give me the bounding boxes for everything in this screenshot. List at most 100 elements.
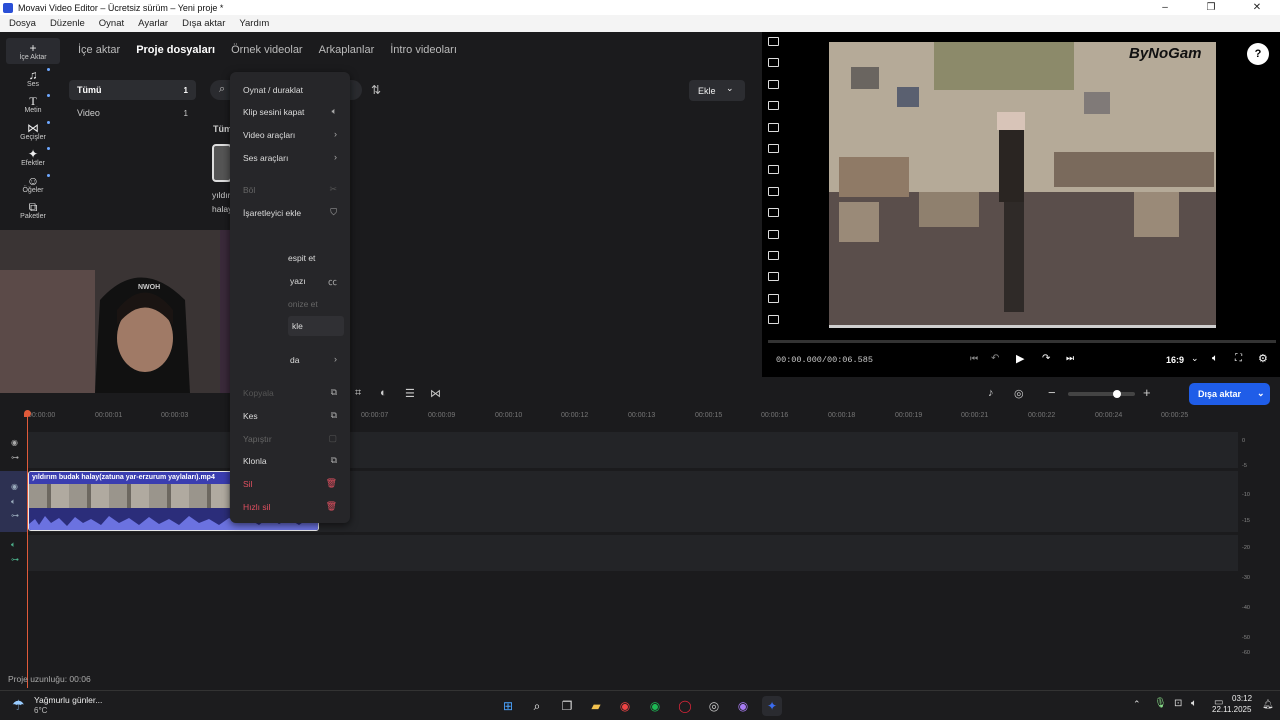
ruler-tick-label: 00:00:15 [695, 412, 723, 419]
media-thumbnail[interactable] [212, 144, 232, 182]
menu-item-add[interactable]: kle [292, 321, 303, 331]
link-icon[interactable]: ⊶ [11, 453, 19, 462]
app-icon[interactable]: ◉ [733, 696, 753, 716]
movavi-icon[interactable]: ✦ [762, 696, 782, 716]
zoom-out-icon[interactable]: − [1048, 385, 1056, 400]
undo-step-icon[interactable]: ↶ [991, 353, 999, 364]
tab-intro-videos[interactable]: İntro videoları [390, 44, 457, 56]
menu-item-subtitles[interactable]: yazı [290, 276, 306, 286]
settings-icon[interactable]: ⚙ [1258, 352, 1268, 365]
menu-item-detect[interactable]: espit et [288, 253, 315, 263]
menu-item-play-pause[interactable]: Oynat / duraklat [243, 85, 303, 95]
vu-scale-label: -10 [1242, 492, 1250, 498]
redo-step-icon[interactable]: ↷ [1042, 353, 1050, 364]
eye-icon[interactable]: ◉ [11, 482, 18, 491]
skip-forward-icon[interactable]: ⏭ [1066, 353, 1074, 364]
eye-icon[interactable]: ◉ [11, 438, 18, 447]
menu-item-split[interactable]: Böl [243, 185, 255, 195]
weather-icon[interactable]: ☂ [12, 697, 25, 714]
audio-icon[interactable]: 🔈︎ [11, 540, 16, 550]
link-icon[interactable]: ⊶ [11, 511, 19, 520]
audio-mix-icon[interactable]: ♪ [988, 387, 994, 399]
zoom-slider-thumb[interactable] [1113, 390, 1121, 398]
volume-icon[interactable]: 🔈︎ [1212, 353, 1218, 364]
tab-sample-videos[interactable]: Örnek videolar [231, 44, 303, 56]
sidebar-item-audio[interactable]: ♫ Ses [6, 65, 60, 91]
crop-icon[interactable]: ⌗ [355, 387, 361, 400]
audio-icon[interactable]: 🔈︎ [11, 497, 16, 507]
timeline-ruler[interactable]: 00:00:00 00:00:01 00:00:03 00:00:07 00:00:09… [28, 410, 1238, 430]
maximize-icon[interactable]: ❐ [1188, 0, 1234, 15]
fullscreen-icon[interactable]: ⛶ [1235, 353, 1242, 364]
sidebar-item-label: Öğeler [22, 186, 44, 194]
close-icon[interactable]: ✕ [1234, 0, 1280, 15]
menu-help[interactable]: Yardım [239, 18, 269, 29]
link-icon[interactable]: ⊶ [11, 555, 19, 564]
menu-item-paste[interactable]: Yapıştır [243, 434, 272, 444]
clock-date[interactable]: 22.11.2025 [1212, 705, 1251, 714]
menu-file[interactable]: Dosya [9, 18, 36, 29]
spotify-icon[interactable]: ◉ [645, 696, 665, 716]
color-icon[interactable]: ◐ [380, 387, 387, 399]
adjust-icon[interactable]: ☰ [405, 387, 415, 400]
chevron-up-icon[interactable]: ⌃ [1133, 699, 1141, 710]
menu-edit[interactable]: Düzenle [50, 18, 85, 29]
menu-item-copy[interactable]: Kopyala [243, 388, 274, 398]
menu-item-cut[interactable]: Kes [243, 411, 258, 421]
tab-import[interactable]: İçe aktar [78, 44, 120, 56]
sort-icon[interactable]: ⇅ [371, 83, 381, 97]
tab-backgrounds[interactable]: Arkaplanlar [319, 44, 375, 56]
task-view-icon[interactable]: ❐ [557, 696, 577, 716]
transition-tool-icon[interactable]: ⋈ [430, 387, 441, 400]
menu-item-video-tools[interactable]: Video araçları [243, 130, 295, 140]
audio-track[interactable] [28, 535, 1238, 571]
opera-icon[interactable]: ◯ [675, 696, 695, 716]
sidebar-item-packages[interactable]: ⧉ Paketler [6, 197, 60, 223]
notification-icon[interactable]: 🔔︎ [1262, 699, 1273, 710]
speaker-icon[interactable]: 🔈︎ [1191, 698, 1197, 709]
chrome-icon[interactable]: ◉ [615, 696, 635, 716]
filter-all[interactable]: Tümü 1 [69, 80, 196, 100]
minimize-icon[interactable]: – [1142, 0, 1188, 15]
menu-item-add-marker[interactable]: İşaretleyici ekle [243, 208, 301, 218]
export-button[interactable]: Dışa aktar ⌄ [1189, 383, 1270, 405]
zoom-slider[interactable] [1068, 390, 1135, 398]
aspect-ratio-button[interactable]: 16:9 [1166, 355, 1184, 365]
clock-time[interactable]: 03:12 [1232, 694, 1252, 703]
preview-scrubber[interactable] [768, 340, 1276, 343]
menu-item-ripple-delete[interactable]: Hızlı sil [243, 502, 270, 512]
search-icon[interactable]: ⌕ [527, 696, 547, 716]
menu-item-delete[interactable]: Sil [243, 479, 252, 489]
sidebar-item-text[interactable]: T Metin [6, 91, 60, 117]
sidebar-item-elements[interactable]: ☺ Öğeler [6, 171, 60, 197]
app-icon[interactable]: ◎ [704, 696, 724, 716]
menu-item-mute[interactable]: Klip sesini kapat [243, 107, 304, 117]
menu-item-more[interactable]: da [290, 355, 299, 365]
zoom-in-icon[interactable]: + [1143, 385, 1151, 400]
sidebar-item-transitions[interactable]: ⋈ Geçişler [6, 118, 60, 144]
menu-play[interactable]: Oynat [99, 18, 124, 29]
volume-meter: 0 -5 -10 -15 -20 -30 -40 -50 -60 [1240, 430, 1280, 692]
filter-video[interactable]: Video 1 [69, 103, 196, 123]
weather-title[interactable]: Yağmurlu günler... [34, 695, 102, 705]
menu-item-audio-tools[interactable]: Ses araçları [243, 153, 288, 163]
menu-item-sync[interactable]: onize et [288, 299, 318, 309]
magnet-icon[interactable]: ◎ [1014, 387, 1024, 400]
menu-item-clone[interactable]: Klonla [243, 456, 267, 466]
menu-settings[interactable]: Ayarlar [138, 18, 168, 29]
sidebar-item-effects[interactable]: ✦ Efektler [6, 144, 60, 170]
sidebar-item-import[interactable]: + İçe Aktar [6, 38, 60, 64]
video-frame[interactable]: ByNoGam [829, 42, 1216, 328]
help-icon[interactable]: ? [1247, 43, 1269, 65]
menu-export[interactable]: Dışa aktar [182, 18, 225, 29]
overlay-track[interactable] [28, 432, 1238, 468]
skip-back-icon[interactable]: ⏮ [970, 353, 978, 364]
add-button[interactable]: Ekle ⌄ [689, 80, 745, 101]
file-explorer-icon[interactable]: ▰ [586, 696, 606, 716]
chevron-down-icon[interactable]: ⌄ [1191, 353, 1199, 364]
tab-project-files[interactable]: Proje dosyaları [136, 44, 215, 56]
mic-icon[interactable]: 🎙︎ [1154, 698, 1167, 709]
start-icon[interactable]: ⊞ [498, 696, 518, 716]
network-icon[interactable]: ⊡ [1174, 698, 1182, 709]
play-icon[interactable]: ▶ [1016, 352, 1024, 365]
